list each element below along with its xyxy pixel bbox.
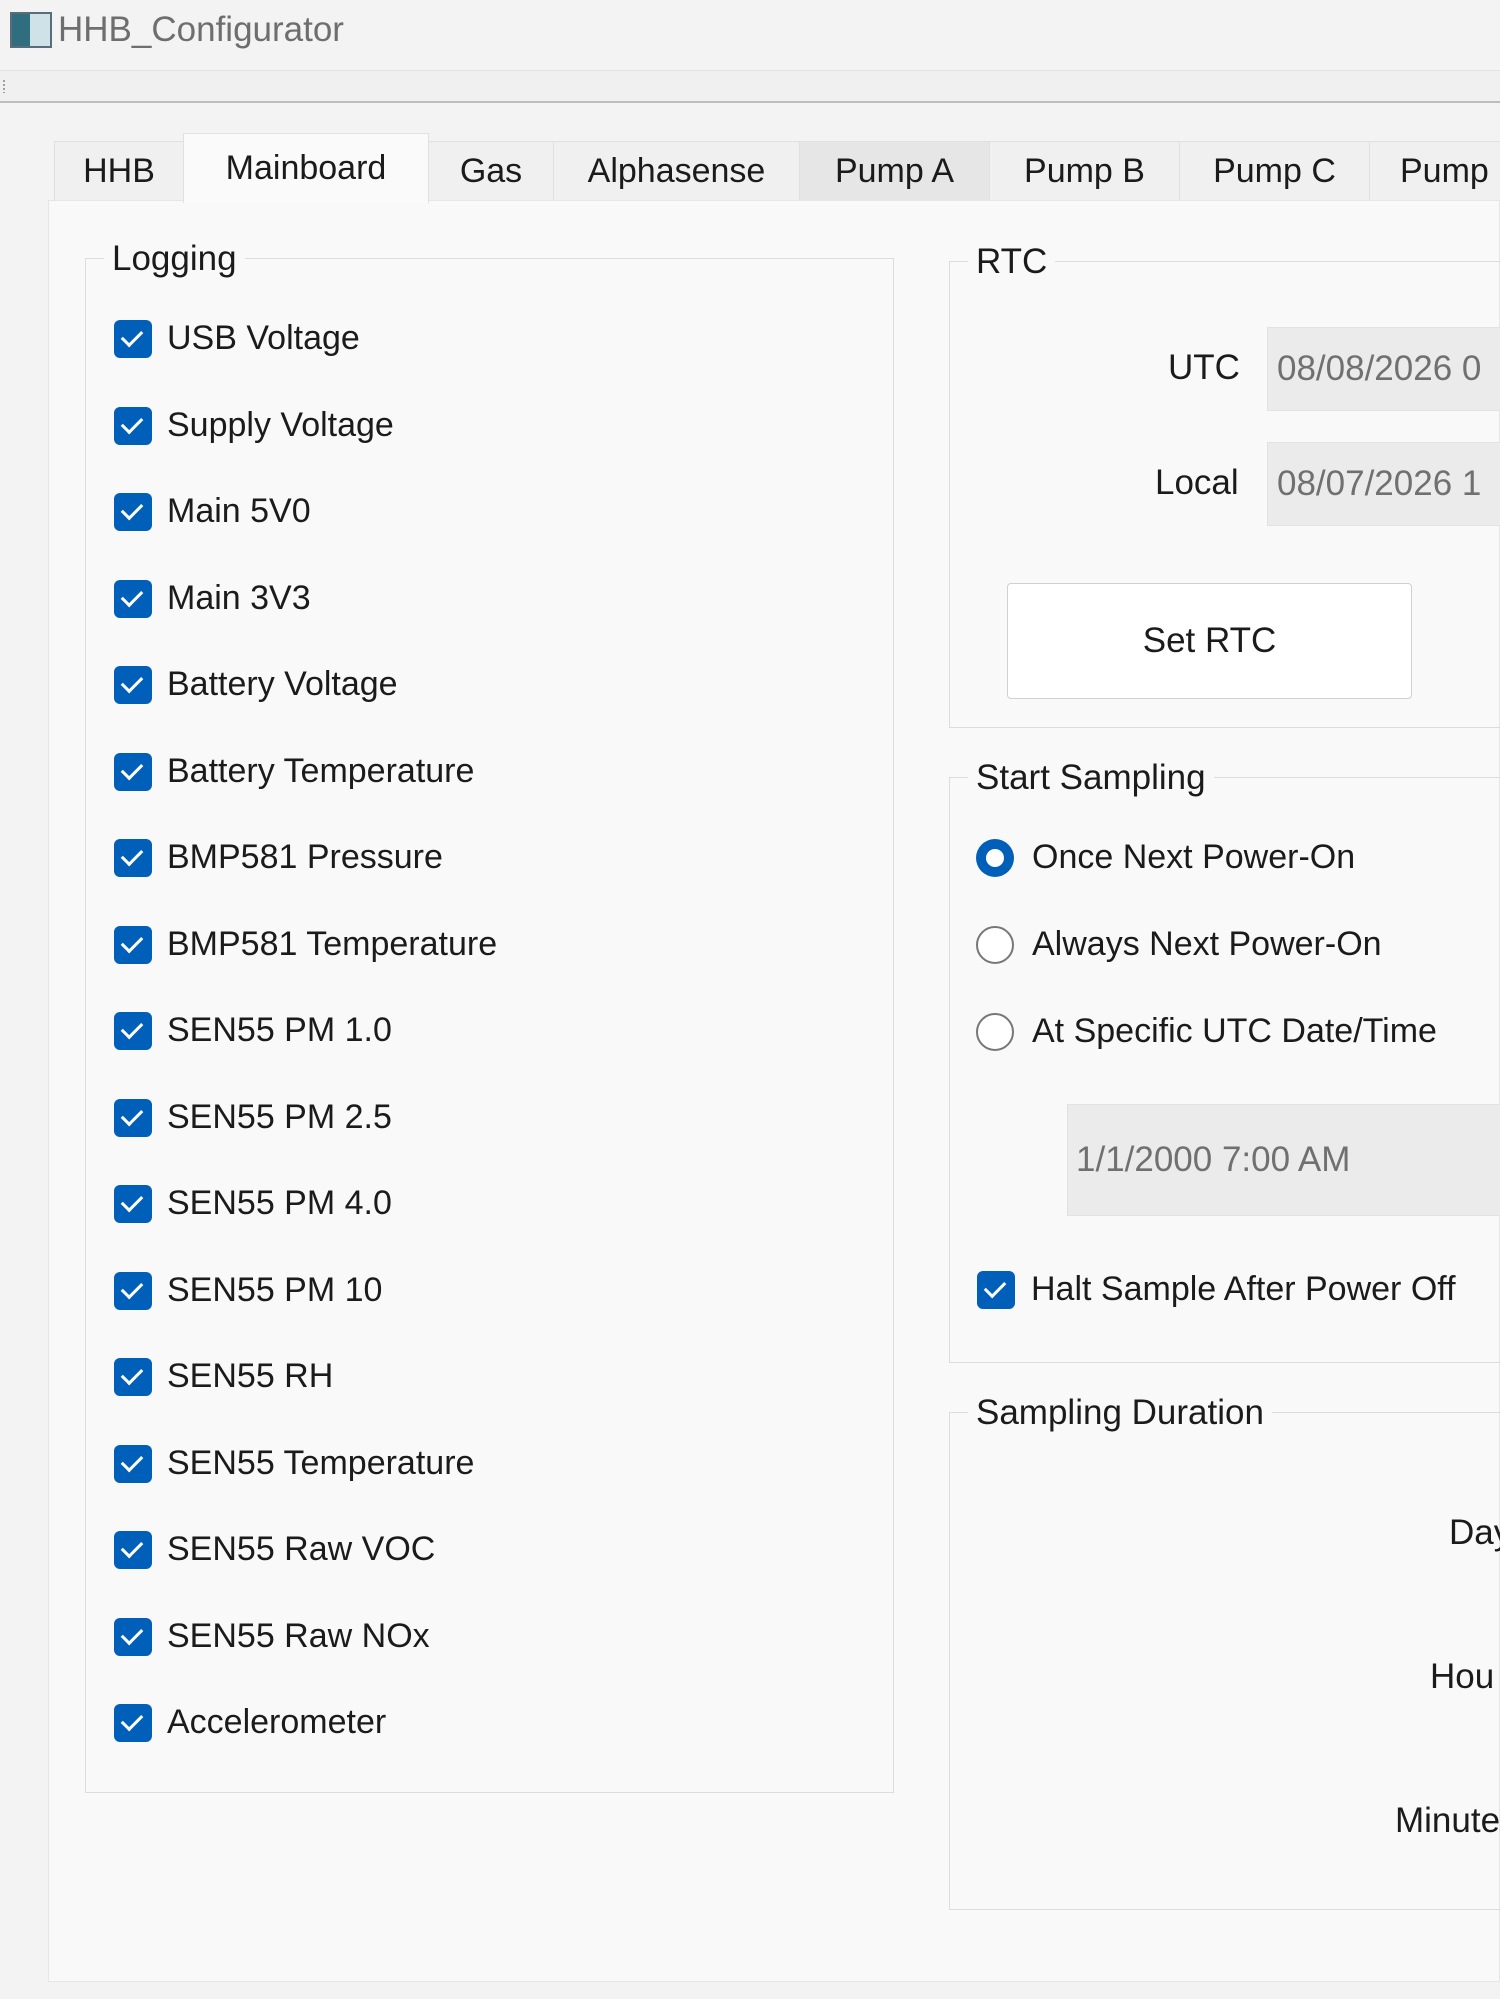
- start-sampling-group-title: Start Sampling: [968, 758, 1214, 798]
- checkbox-label: SEN55 Raw VOC: [167, 1530, 436, 1568]
- tab-gas[interactable]: Gas: [428, 141, 554, 201]
- radio-label: Once Next Power-On: [1032, 838, 1356, 876]
- checkbox-label: USB Voltage: [167, 319, 360, 357]
- radio-unselected-icon[interactable]: [976, 925, 1014, 964]
- checkbox-sen55-raw-voc[interactable]: SEN55 Raw VOC: [114, 1530, 435, 1569]
- checkbox-label: Accelerometer: [167, 1703, 387, 1741]
- checkbox-sen55-pm10[interactable]: SEN55 PM 10: [114, 1271, 382, 1310]
- radio-label: At Specific UTC Date/Time: [1032, 1012, 1437, 1050]
- tab-strip: HHB Mainboard Gas Alphasense Pump A Pump…: [54, 133, 1500, 203]
- checkbox-checked-icon[interactable]: [114, 406, 152, 445]
- checkbox-checked-icon[interactable]: [114, 1703, 152, 1742]
- radio-unselected-icon[interactable]: [976, 1012, 1014, 1051]
- checkbox-label: Supply Voltage: [167, 406, 394, 444]
- checkbox-label: SEN55 Temperature: [167, 1444, 475, 1482]
- checkbox-checked-icon[interactable]: [977, 1270, 1015, 1309]
- checkbox-checked-icon[interactable]: [114, 925, 152, 964]
- checkbox-bmp581-temperature[interactable]: BMP581 Temperature: [114, 925, 497, 964]
- checkbox-sen55-temperature[interactable]: SEN55 Temperature: [114, 1444, 474, 1483]
- checkbox-checked-icon[interactable]: [114, 838, 152, 877]
- sampling-duration-group: Sampling Duration Day Hou Minute: [949, 1393, 1500, 1910]
- checkbox-checked-icon[interactable]: [114, 1011, 152, 1050]
- utc-label: UTC: [1168, 348, 1240, 387]
- rtc-group-title: RTC: [968, 242, 1056, 282]
- app-icon: [10, 12, 52, 48]
- checkbox-sen55-pm25[interactable]: SEN55 PM 2.5: [114, 1098, 392, 1137]
- checkbox-sen55-pm1[interactable]: SEN55 PM 1.0: [114, 1011, 392, 1050]
- window-title: HHB_Configurator: [58, 10, 344, 49]
- tab-pump-a[interactable]: Pump A: [799, 141, 990, 201]
- radio-selected-icon[interactable]: [976, 838, 1014, 877]
- checkbox-label: SEN55 PM 1.0: [167, 1011, 392, 1049]
- checkbox-checked-icon[interactable]: [114, 1444, 152, 1483]
- checkbox-checked-icon[interactable]: [114, 1357, 152, 1396]
- mainboard-panel: Logging USB Voltage Supply Voltage Main …: [48, 200, 1500, 1982]
- radio-specific-utc-datetime[interactable]: At Specific UTC Date/Time: [976, 1012, 1437, 1051]
- checkbox-label: BMP581 Pressure: [167, 838, 443, 876]
- tab-pump-b[interactable]: Pump B: [989, 141, 1180, 201]
- checkbox-label: Battery Voltage: [167, 665, 398, 703]
- checkbox-label: Main 5V0: [167, 492, 311, 530]
- logging-group-title: Logging: [104, 239, 245, 279]
- checkbox-halt-sample[interactable]: Halt Sample After Power Off: [977, 1270, 1456, 1309]
- checkbox-checked-icon[interactable]: [114, 492, 152, 531]
- utc-datetime-field[interactable]: 08/08/2026 0: [1267, 327, 1500, 411]
- checkbox-checked-icon[interactable]: [114, 752, 152, 791]
- checkbox-checked-icon[interactable]: [114, 665, 152, 704]
- title-bar: HHB_Configurator: [0, 0, 1500, 68]
- tab-mainboard[interactable]: Mainboard: [183, 133, 429, 203]
- radio-once-next-power-on[interactable]: Once Next Power-On: [976, 838, 1355, 877]
- checkbox-sen55-pm4[interactable]: SEN55 PM 4.0: [114, 1184, 392, 1223]
- tab-hhb[interactable]: HHB: [54, 141, 184, 201]
- checkbox-bmp581-pressure[interactable]: BMP581 Pressure: [114, 838, 443, 877]
- radio-always-next-power-on[interactable]: Always Next Power-On: [976, 925, 1382, 964]
- checkbox-checked-icon[interactable]: [114, 1098, 152, 1137]
- checkbox-sen55-raw-nox[interactable]: SEN55 Raw NOx: [114, 1617, 430, 1656]
- hours-label: Hou: [1430, 1657, 1495, 1696]
- checkbox-sen55-rh[interactable]: SEN55 RH: [114, 1357, 333, 1396]
- checkbox-battery-voltage[interactable]: Battery Voltage: [114, 665, 398, 704]
- checkbox-label: SEN55 Raw NOx: [167, 1617, 430, 1655]
- rtc-group: RTC UTC 08/08/2026 0 Local 08/07/2026 1 …: [949, 242, 1500, 728]
- checkbox-label: Main 3V3: [167, 579, 311, 617]
- checkbox-checked-icon[interactable]: [114, 1530, 152, 1569]
- checkbox-label: SEN55 PM 2.5: [167, 1098, 392, 1136]
- checkbox-checked-icon[interactable]: [114, 1271, 152, 1310]
- minutes-label: Minute: [1395, 1801, 1500, 1840]
- checkbox-supply-voltage[interactable]: Supply Voltage: [114, 406, 394, 445]
- days-label: Day: [1449, 1513, 1500, 1552]
- checkbox-accelerometer[interactable]: Accelerometer: [114, 1703, 386, 1742]
- tab-alphasense[interactable]: Alphasense: [553, 141, 800, 201]
- tab-pump-d[interactable]: Pump: [1369, 141, 1500, 201]
- local-datetime-field[interactable]: 08/07/2026 1: [1267, 442, 1500, 526]
- checkbox-label: SEN55 PM 4.0: [167, 1184, 392, 1222]
- checkbox-label: SEN55 PM 10: [167, 1271, 383, 1309]
- local-label: Local: [1155, 463, 1239, 502]
- checkbox-checked-icon[interactable]: [114, 1184, 152, 1223]
- checkbox-usb-voltage[interactable]: USB Voltage: [114, 319, 360, 358]
- start-sampling-group: Start Sampling Once Next Power-On Always…: [949, 758, 1500, 1363]
- checkbox-label: SEN55 RH: [167, 1357, 334, 1395]
- checkbox-checked-icon[interactable]: [114, 579, 152, 618]
- tab-pump-c[interactable]: Pump C: [1179, 141, 1370, 201]
- checkbox-label: Halt Sample After Power Off: [1031, 1270, 1456, 1308]
- menu-strip: [0, 70, 1500, 103]
- checkbox-battery-temperature[interactable]: Battery Temperature: [114, 752, 474, 791]
- sampling-duration-group-title: Sampling Duration: [968, 1393, 1272, 1433]
- checkbox-checked-icon[interactable]: [114, 1617, 152, 1656]
- checkbox-main-5v0[interactable]: Main 5V0: [114, 492, 311, 531]
- set-rtc-button[interactable]: Set RTC: [1007, 583, 1412, 699]
- checkbox-main-3v3[interactable]: Main 3V3: [114, 579, 311, 618]
- grip-handle-icon[interactable]: [2, 79, 6, 93]
- checkbox-label: BMP581 Temperature: [167, 925, 498, 963]
- checkbox-checked-icon[interactable]: [114, 319, 152, 358]
- radio-label: Always Next Power-On: [1032, 925, 1382, 963]
- logging-group: Logging USB Voltage Supply Voltage Main …: [85, 239, 894, 1793]
- start-datetime-picker[interactable]: 1/1/2000 7:00 AM: [1067, 1104, 1500, 1216]
- checkbox-label: Battery Temperature: [167, 752, 475, 790]
